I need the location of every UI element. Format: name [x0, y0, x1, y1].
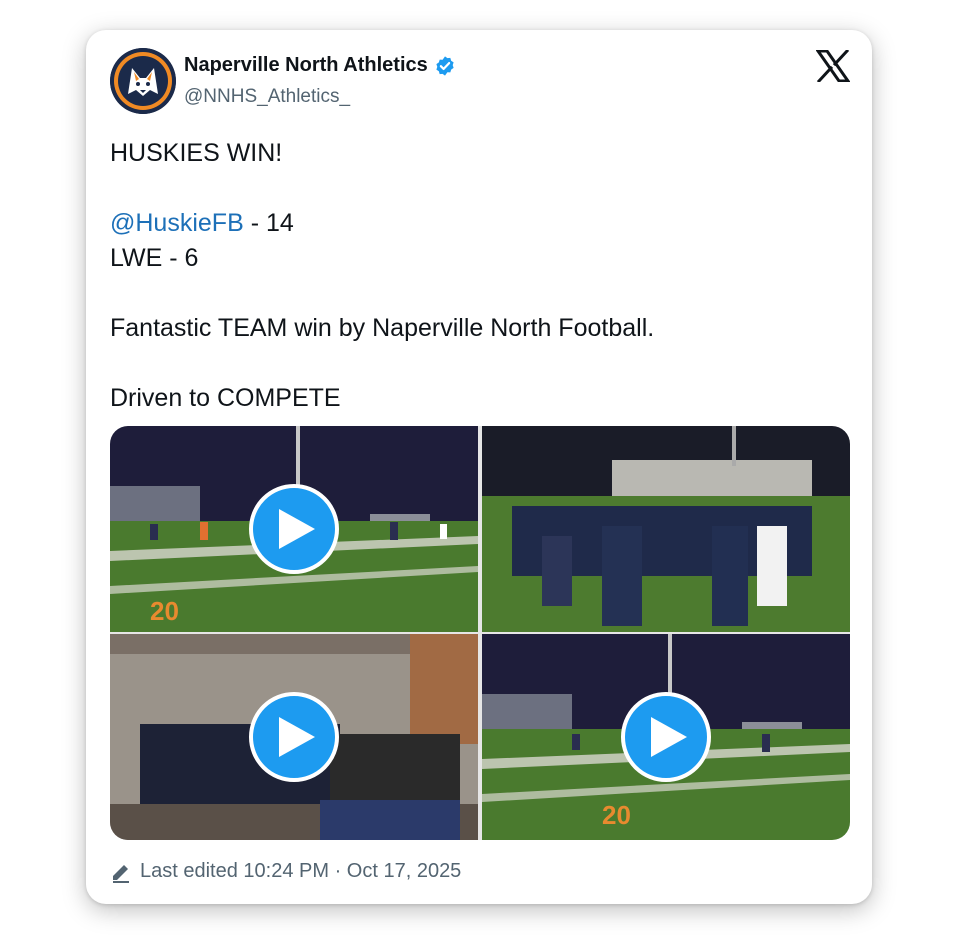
tweet-line: LWE - 6 [110, 244, 199, 272]
video-thumbnail[interactable] [482, 426, 850, 632]
last-edited-text[interactable]: Last edited 10:24 PM · Oct 17, 2025 [140, 860, 461, 883]
tweet-line: HUSKIES WIN! [110, 139, 283, 167]
media-grid: 20 20 [110, 426, 850, 840]
x-logo-icon[interactable] [816, 50, 850, 82]
mention-link[interactable]: @HuskieFB [110, 209, 244, 237]
play-button[interactable] [249, 692, 339, 782]
play-button[interactable] [621, 692, 711, 782]
account-handle[interactable]: @NNHS_Athletics_ [184, 86, 350, 108]
pencil-icon [113, 864, 129, 883]
tweet-line: @HuskieFB - 14 [110, 206, 850, 241]
husky-logo-icon [110, 48, 176, 114]
tweet-card: Naperville North Athletics @NNHS_Athleti… [86, 30, 872, 904]
tweet-line: Driven to COMPETE [110, 384, 341, 412]
team-huddle-image [482, 426, 850, 632]
tweet-line: Fantastic TEAM win by Naperville North F… [110, 314, 655, 342]
svg-text:20: 20 [150, 596, 179, 626]
svg-text:20: 20 [602, 800, 631, 830]
play-icon [279, 717, 315, 757]
score-text: - 14 [243, 209, 294, 237]
video-thumbnail[interactable] [110, 634, 478, 840]
edit-info: Last edited 10:24 PM · Oct 17, 2025 [110, 860, 461, 883]
video-thumbnail[interactable]: 20 [110, 426, 478, 632]
avatar[interactable] [110, 48, 176, 114]
display-name[interactable]: Naperville North Athletics [184, 54, 428, 77]
tweet-text: HUSKIES WIN! @HuskieFB - 14 LWE - 6 Fant… [110, 136, 850, 416]
play-icon [651, 717, 687, 757]
video-thumbnail[interactable]: 20 [482, 634, 850, 840]
play-icon [279, 509, 315, 549]
play-button[interactable] [249, 484, 339, 574]
verified-badge-icon [436, 55, 454, 76]
